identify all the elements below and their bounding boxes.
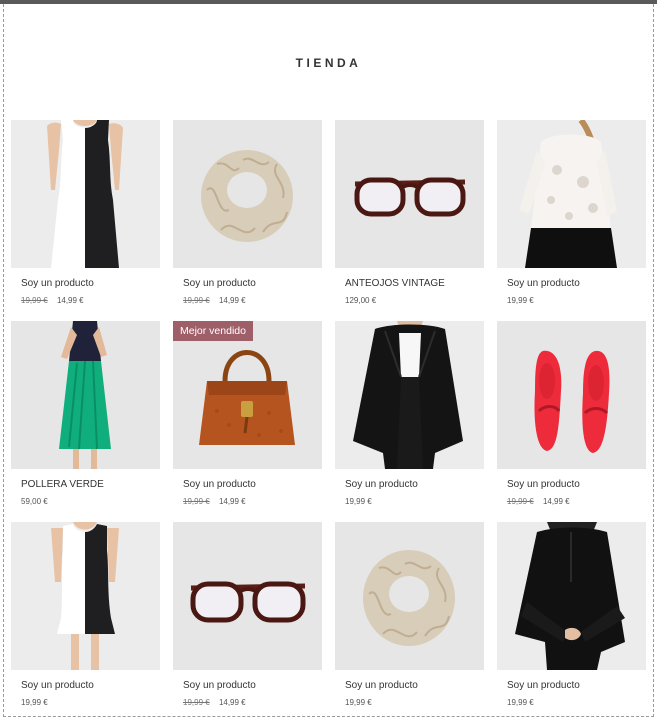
product-name[interactable]: Soy un producto — [507, 680, 580, 691]
product-name[interactable]: ANTEOJOS VINTAGE — [345, 278, 445, 289]
product-image[interactable] — [11, 522, 160, 670]
product-image[interactable] — [173, 522, 322, 670]
product-grid: Soy un producto 19,99 € 14,99 € Soy un p… — [11, 120, 646, 718]
product-name[interactable]: Soy un producto — [21, 680, 94, 691]
glasses-image — [335, 120, 484, 268]
dress-image — [11, 522, 160, 670]
green-skirt-image — [11, 321, 160, 469]
page-title: TIENDA — [295, 56, 362, 70]
product-card[interactable]: ANTEOJOS VINTAGE 129,00 € — [335, 120, 484, 310]
glasses-image — [173, 522, 322, 670]
sale-price: 14,99 € — [56, 296, 84, 305]
product-card[interactable]: Soy un producto 19,99 € 14,99 € — [497, 321, 646, 511]
sale-price: 129,00 € — [345, 296, 377, 305]
black-coat-image — [335, 321, 484, 469]
sale-price: 14,99 € — [218, 497, 246, 506]
product-image[interactable] — [173, 120, 322, 268]
sale-price: 14,99 € — [218, 698, 246, 707]
lace-blouse-image — [497, 120, 646, 268]
product-name[interactable]: Soy un producto — [21, 278, 94, 289]
sale-price: 19,99 € — [507, 296, 534, 305]
original-price: 19,99 € — [183, 296, 210, 305]
product-card[interactable]: Soy un producto 19,99 € — [497, 522, 646, 712]
original-price: 19,99 € — [183, 698, 210, 707]
dress-image — [11, 120, 160, 268]
sale-price: 19,99 € — [345, 497, 372, 506]
black-blouse-image — [497, 522, 646, 670]
product-card[interactable]: Soy un producto 19,99 € — [335, 522, 484, 712]
original-price: 19,99 € — [507, 497, 534, 506]
product-name[interactable]: Soy un producto — [183, 479, 256, 490]
product-name[interactable]: Soy un producto — [345, 680, 418, 691]
product-name[interactable]: POLLERA VERDE — [21, 479, 104, 490]
sale-price: 19,99 € — [345, 698, 372, 707]
scarf-image — [173, 120, 322, 268]
sale-price: 14,99 € — [542, 497, 570, 506]
product-image[interactable] — [497, 321, 646, 469]
sale-price: 59,00 € — [21, 497, 48, 506]
product-image[interactable] — [11, 120, 160, 268]
product-card[interactable]: Soy un producto 19,99 € — [497, 120, 646, 310]
product-name[interactable]: Soy un producto — [183, 278, 256, 289]
sale-price: 19,99 € — [507, 698, 534, 707]
product-name[interactable]: Soy un producto — [183, 680, 256, 691]
product-name[interactable]: Soy un producto — [507, 479, 580, 490]
sale-price: 19,99 € — [21, 698, 48, 707]
product-image[interactable] — [335, 321, 484, 469]
product-card[interactable]: Mejor vendido Soy un producto 19,99 € 14… — [173, 321, 322, 511]
scarf-image — [335, 522, 484, 670]
product-card[interactable]: Soy un producto 19,99 € 14,99 € — [11, 120, 160, 310]
product-image[interactable] — [497, 120, 646, 268]
sale-price: 14,99 € — [218, 296, 246, 305]
product-card[interactable]: Soy un producto 19,99 € 14,99 € — [173, 522, 322, 712]
product-card[interactable]: Soy un producto 19,99 € — [11, 522, 160, 712]
product-card[interactable]: Soy un producto 19,99 € — [335, 321, 484, 511]
product-image[interactable] — [11, 321, 160, 469]
red-loafers-image — [497, 321, 646, 469]
original-price: 19,99 € — [21, 296, 48, 305]
original-price: 19,99 € — [183, 497, 210, 506]
handbag-image — [173, 321, 322, 469]
product-image[interactable] — [497, 522, 646, 670]
product-image[interactable] — [173, 321, 322, 469]
product-card[interactable]: POLLERA VERDE 59,00 € — [11, 321, 160, 511]
product-card[interactable]: Soy un producto 19,99 € 14,99 € — [173, 120, 322, 310]
product-image[interactable] — [335, 522, 484, 670]
product-name[interactable]: Soy un producto — [345, 479, 418, 490]
product-name[interactable]: Soy un producto — [507, 278, 580, 289]
product-image[interactable] — [335, 120, 484, 268]
best-seller-badge: Mejor vendido — [173, 321, 253, 341]
